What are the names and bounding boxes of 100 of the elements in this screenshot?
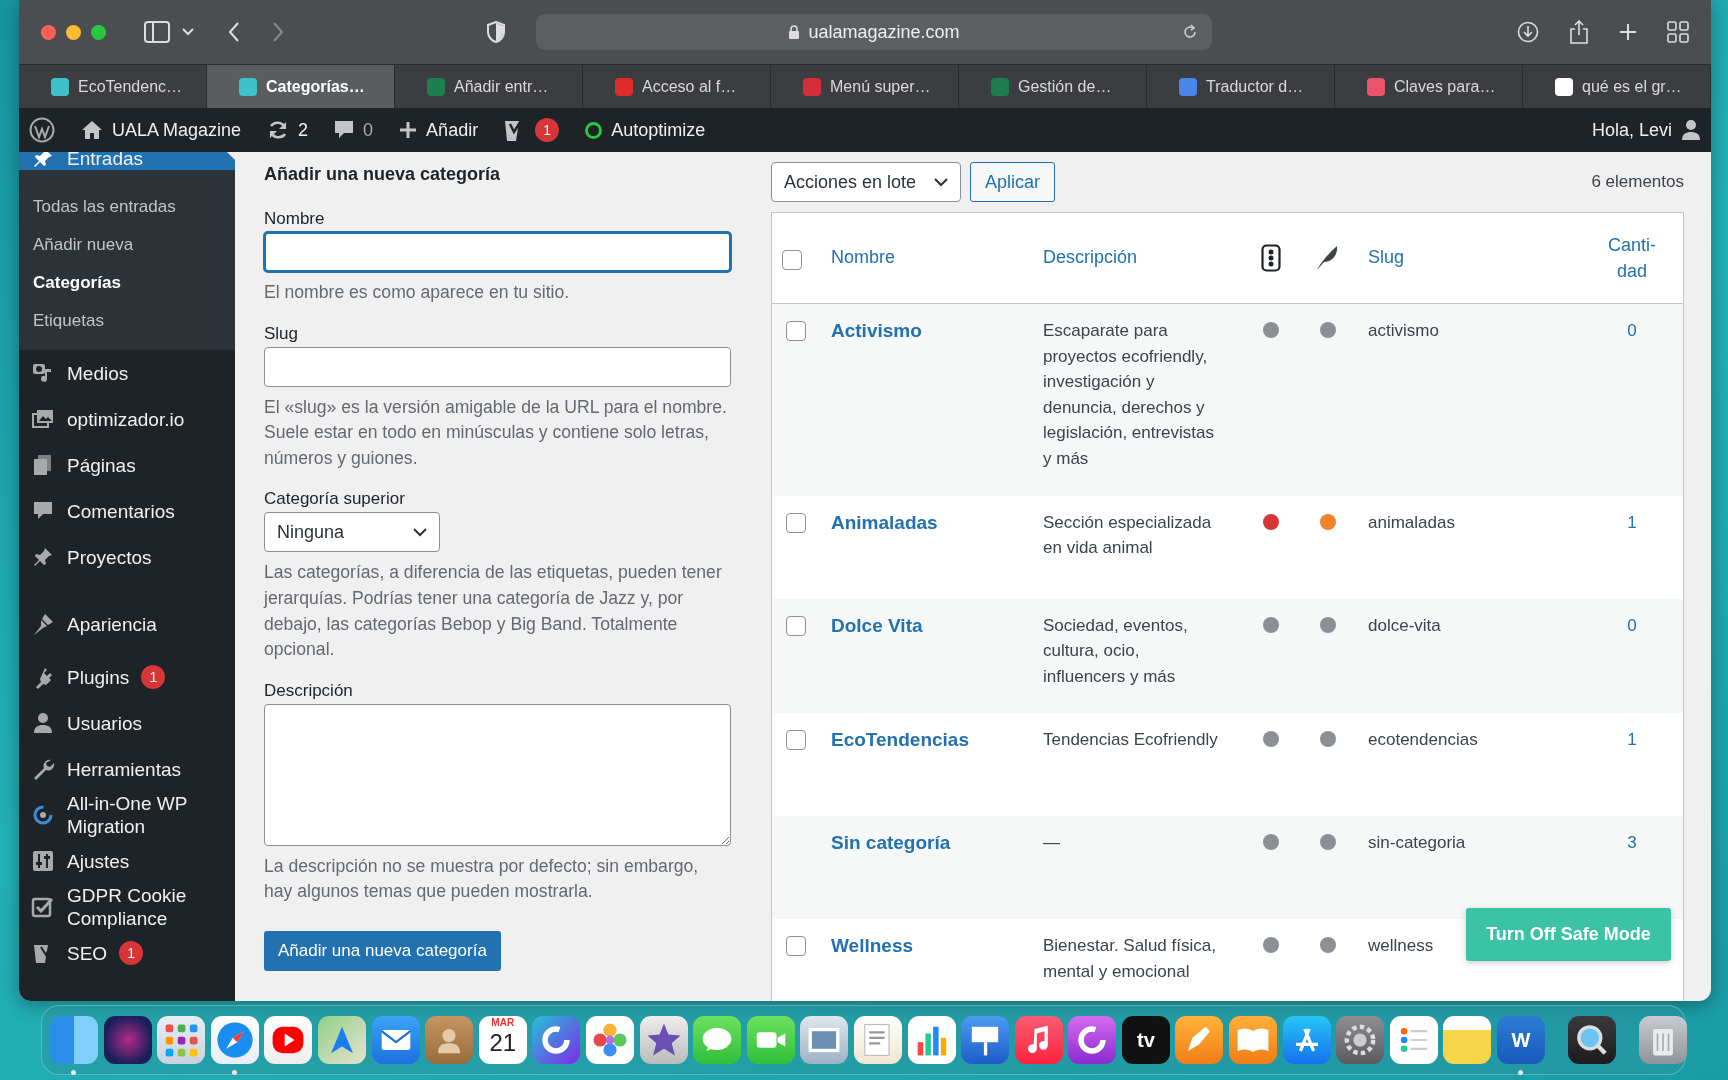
select-all-checkbox[interactable] <box>782 249 802 270</box>
menu-item[interactable]: Páginas <box>19 442 235 488</box>
chevron-down-icon[interactable] <box>182 28 194 36</box>
new-tab-icon[interactable] <box>1619 23 1637 41</box>
menu-item[interactable]: Ajustes <box>19 838 235 884</box>
row-checkbox[interactable] <box>786 936 806 957</box>
flower-icon[interactable] <box>585 1016 634 1064</box>
site-link[interactable]: UALA Magazine <box>81 119 242 141</box>
minimize-icon[interactable] <box>66 24 81 40</box>
post-count-link[interactable]: 3 <box>1627 833 1637 853</box>
post-count-link[interactable]: 0 <box>1627 615 1637 635</box>
grid-icon[interactable] <box>157 1016 206 1064</box>
category-name-link[interactable]: Wellness <box>831 935 914 957</box>
back-icon[interactable] <box>228 22 240 42</box>
contacts-icon[interactable] <box>425 1016 474 1064</box>
menu-item[interactable]: Apariencia <box>19 580 235 654</box>
shield-icon[interactable] <box>486 21 506 43</box>
orb-icon[interactable] <box>103 1016 152 1064</box>
music-note-icon[interactable] <box>1014 1016 1063 1064</box>
forward-icon[interactable] <box>272 22 284 42</box>
app-store-icon[interactable] <box>1282 1016 1331 1064</box>
menu-item[interactable]: Entradas <box>19 152 235 170</box>
photo-icon[interactable] <box>800 1016 849 1064</box>
row-checkbox[interactable] <box>786 512 806 533</box>
category-slug: dolce-vita <box>1368 615 1441 635</box>
menu-item[interactable]: Plugins 1 <box>19 654 235 700</box>
seo-link[interactable]: 1 <box>504 118 560 142</box>
feather-icon[interactable] <box>1315 245 1339 271</box>
category-name-link[interactable]: EcoTendencias <box>831 729 969 751</box>
post-count-link[interactable]: 0 <box>1627 321 1637 340</box>
menu-item[interactable]: SEO 1 <box>19 930 235 976</box>
submenu-item[interactable]: Etiquetas <box>19 302 235 340</box>
word-icon[interactable]: W <box>1497 1016 1546 1064</box>
sidebar-icon[interactable] <box>144 21 170 43</box>
apply-button[interactable]: Aplicar <box>970 162 1056 202</box>
download-icon[interactable] <box>1517 21 1539 43</box>
tv-icon[interactable]: tv <box>1121 1016 1170 1064</box>
column-header[interactable]: Descripción <box>1043 245 1138 271</box>
menu-item[interactable]: Usuarios <box>19 700 235 746</box>
gear-icon[interactable] <box>1336 1016 1385 1064</box>
column-header[interactable]: Nombre <box>831 245 896 271</box>
menu-item[interactable]: All-in-One WP Migration <box>19 792 235 838</box>
post-count-link[interactable]: 1 <box>1627 730 1637 750</box>
category-name-link[interactable]: Activismo <box>831 320 922 341</box>
post-count-link[interactable]: 1 <box>1627 512 1637 532</box>
reload-icon[interactable] <box>1182 24 1198 40</box>
book-icon[interactable] <box>1229 1016 1278 1064</box>
share-icon[interactable] <box>1569 20 1589 44</box>
traffic-light-icon[interactable] <box>1261 244 1281 272</box>
row-checkbox[interactable] <box>786 615 806 636</box>
magnifier-icon[interactable] <box>1568 1016 1617 1064</box>
autoptimize-link[interactable]: Autoptimize <box>585 119 706 141</box>
tab-overview-icon[interactable] <box>1667 21 1689 43</box>
chat-icon[interactable] <box>693 1016 742 1064</box>
presentation-icon[interactable] <box>961 1016 1010 1064</box>
map-icon[interactable] <box>317 1016 366 1064</box>
menu-item[interactable]: Comentarios <box>19 488 235 534</box>
comments-link[interactable]: 0 <box>334 119 374 141</box>
list-icon[interactable] <box>1389 1016 1438 1064</box>
menu-item[interactable]: optimizador.io <box>19 396 235 442</box>
trash-icon[interactable] <box>1639 1016 1688 1064</box>
add-new-link[interactable]: Añadir <box>399 119 479 141</box>
video-camera-icon[interactable] <box>746 1016 795 1064</box>
category-name-link[interactable]: Sin categoría <box>831 832 951 854</box>
menu-item[interactable]: Herramientas <box>19 746 235 792</box>
site-icon <box>803 77 821 96</box>
slug-input-field[interactable] <box>264 346 731 387</box>
column-header[interactable]: Slug <box>1368 245 1405 271</box>
address-bar[interactable]: ualamagazine.com <box>536 14 1212 50</box>
submenu-item[interactable]: Todas las entradas <box>19 188 235 226</box>
parent-dropdown[interactable]: Ninguna <box>264 512 440 553</box>
notepad-icon[interactable] <box>1443 1016 1492 1064</box>
pen-icon[interactable] <box>1175 1016 1224 1064</box>
envelope-icon[interactable] <box>371 1016 420 1064</box>
row-checkbox[interactable] <box>786 730 806 751</box>
close-icon[interactable] <box>41 24 56 40</box>
refresh-icon <box>31 803 55 827</box>
menu-item[interactable]: Proyectos <box>19 534 235 580</box>
column-header[interactable]: Canti-dad <box>1604 232 1660 284</box>
row-checkbox[interactable] <box>786 321 806 341</box>
name-input-field[interactable] <box>264 232 731 272</box>
submenu-item[interactable]: Añadir nueva <box>19 226 235 264</box>
document-icon[interactable] <box>853 1016 902 1064</box>
category-name-link[interactable]: Dolce Vita <box>831 614 923 636</box>
add-category-button[interactable]: Añadir una nueva categoría <box>264 930 501 971</box>
maximize-icon[interactable] <box>91 24 106 40</box>
compass-icon[interactable] <box>210 1016 259 1064</box>
account-link[interactable]: Hola, Levi <box>1591 119 1701 141</box>
menu-item[interactable]: GDPR Cookie Compliance <box>19 884 235 930</box>
finder-icon[interactable] <box>50 1016 98 1064</box>
submenu-item[interactable]: Categorías <box>19 264 235 302</box>
calendar-icon[interactable]: MAR 21 <box>478 1016 527 1064</box>
bulk-actions-dropdown[interactable]: Acciones en lote <box>771 162 961 202</box>
browser-tab[interactable]: Categorías… <box>207 65 395 108</box>
updates-link[interactable]: 2 <box>267 119 309 141</box>
menu-item[interactable]: Medios <box>19 350 235 396</box>
wordpress-logo-icon[interactable] <box>29 117 55 143</box>
play-icon[interactable] <box>264 1016 313 1064</box>
bar-chart-icon[interactable] <box>907 1016 956 1064</box>
category-name-link[interactable]: Animaladas <box>831 511 938 533</box>
